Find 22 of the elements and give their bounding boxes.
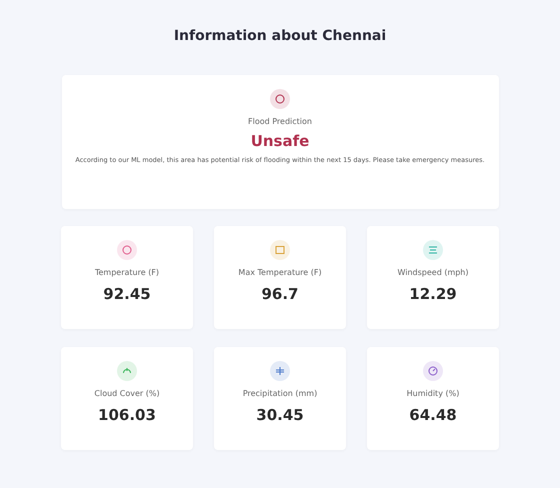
metric-value: 12.29 xyxy=(409,285,457,303)
metric-label: Cloud Cover (%) xyxy=(94,389,160,398)
metric-label: Humidity (%) xyxy=(406,389,460,398)
metric-icon xyxy=(423,361,443,381)
prediction-label: Flood Prediction xyxy=(248,117,312,126)
metric-icon xyxy=(270,89,290,109)
metric-label: Precipitation (mm) xyxy=(242,389,318,398)
metric-icon xyxy=(270,361,290,381)
prediction-status: Unsafe xyxy=(250,132,310,150)
metric-value: 64.48 xyxy=(409,406,457,424)
metric-label: Max Temperature (F) xyxy=(238,268,322,277)
metric-value: 30.45 xyxy=(256,406,304,424)
page-title: Information about Chennai xyxy=(174,28,386,44)
metric-value: 106.03 xyxy=(98,406,156,424)
metric-icon xyxy=(423,240,443,260)
metric-label: Windspeed (mph) xyxy=(398,268,468,277)
metric-value: 96.7 xyxy=(261,285,298,303)
metric-icon xyxy=(117,361,137,381)
metric-icon xyxy=(117,240,137,260)
metric-label: Temperature (F) xyxy=(94,268,160,277)
metric-icon xyxy=(270,240,290,260)
metric-value: 92.45 xyxy=(103,285,151,303)
